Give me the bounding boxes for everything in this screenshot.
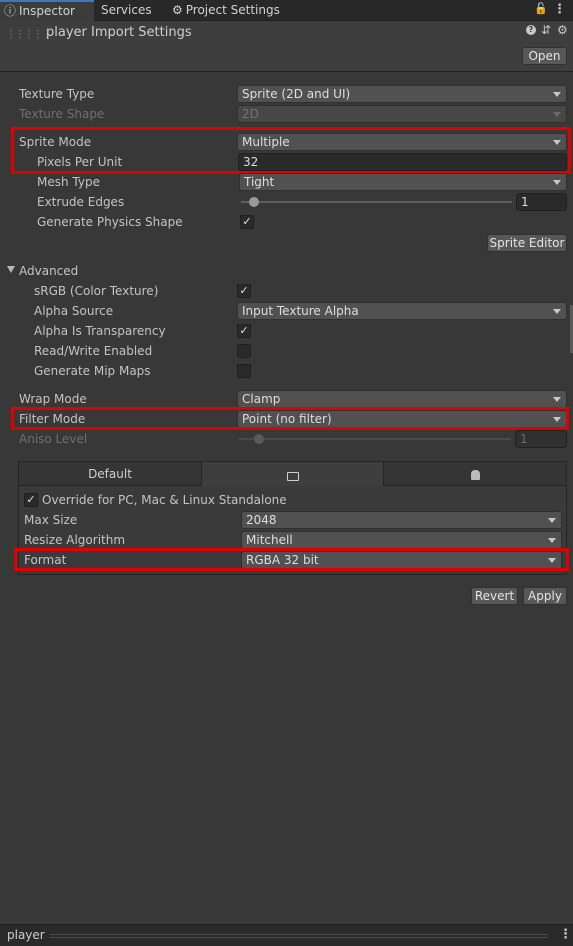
tab-project-settings-label: Project Settings	[185, 3, 280, 17]
aniso-level-label: Aniso Level	[19, 432, 88, 446]
srgb-checkbox[interactable]: ✓	[237, 284, 251, 298]
read-write-checkbox[interactable]	[237, 344, 251, 358]
check-icon: ✓	[242, 215, 252, 228]
max-size-value: 2048	[246, 513, 277, 527]
platform-tab-android[interactable]	[384, 462, 566, 486]
footer-label: player	[7, 928, 45, 942]
aniso-level-slider-thumb	[254, 434, 264, 444]
highlight-sprite-mode	[11, 127, 571, 174]
settings-gear-icon[interactable]: ⚙	[557, 23, 568, 37]
alpha-is-transparency-label: Alpha Is Transparency	[34, 324, 166, 338]
resize-algorithm-dropdown[interactable]: Mitchell	[241, 531, 562, 549]
tab-inspector[interactable]: ⓘ Inspector	[0, 0, 94, 21]
wrap-mode-label: Wrap Mode	[19, 392, 87, 406]
gear-icon: ⚙	[172, 3, 183, 17]
srgb-label: sRGB (Color Texture)	[34, 284, 159, 298]
window-tab-bar: ⓘ Inspector Services ⚙ Project Settings 🔓 …	[0, 0, 573, 21]
texture-type-value: Sprite (2D and UI)	[242, 87, 351, 101]
monitor-icon	[286, 472, 299, 481]
check-icon: ✓	[26, 493, 36, 506]
extrude-edges-label: Extrude Edges	[37, 195, 125, 209]
mesh-type-label: Mesh Type	[37, 175, 100, 189]
open-button[interactable]: Open	[522, 47, 567, 65]
inspector-header: ⋮⋮⋮⋮⋮ player Import Settings ? ⇵ ⚙ Open	[0, 21, 573, 72]
preview-footer[interactable]: player ⋮	[0, 924, 573, 946]
alpha-source-label: Alpha Source	[34, 304, 114, 318]
generate-physics-shape-checkbox[interactable]: ✓	[240, 215, 254, 229]
override-label: Override for PC, Mac & Linux Standalone	[42, 493, 287, 507]
drag-handle-icon[interactable]: ⋮⋮⋮⋮⋮	[6, 29, 52, 40]
kebab-menu-icon[interactable]: ⋮	[553, 2, 566, 17]
info-icon: ⓘ	[4, 4, 17, 18]
android-icon	[470, 470, 480, 480]
wrap-mode-dropdown[interactable]: Clamp	[237, 390, 567, 408]
advanced-foldout-label[interactable]: Advanced	[19, 262, 78, 280]
texture-type-dropdown[interactable]: Sprite (2D and UI)	[237, 85, 567, 103]
header-title: player Import Settings	[46, 25, 192, 40]
platform-tab-default[interactable]: Default	[19, 462, 202, 486]
sprite-editor-button[interactable]: Sprite Editor	[487, 234, 567, 252]
resize-algorithm-label: Resize Algorithm	[24, 533, 126, 547]
lock-icon[interactable]: 🔓	[534, 2, 548, 15]
chevron-down-icon	[553, 112, 561, 117]
check-icon: ✓	[239, 284, 249, 297]
highlight-filter-mode	[11, 407, 569, 430]
generate-mip-maps-label: Generate Mip Maps	[34, 364, 151, 378]
extrude-edges-slider-track[interactable]	[241, 201, 512, 203]
platform-tab-standalone[interactable]	[202, 462, 384, 486]
chevron-down-icon	[548, 538, 556, 543]
wrap-mode-value: Clamp	[242, 392, 281, 406]
presets-icon[interactable]: ⇵	[541, 23, 551, 37]
generate-physics-shape-label: Generate Physics Shape	[37, 215, 183, 229]
tab-inspector-label: Inspector	[19, 4, 75, 18]
mesh-type-value: Tight	[244, 175, 275, 189]
override-checkbox[interactable]: ✓	[24, 493, 38, 507]
help-icon[interactable]: ?	[526, 25, 536, 35]
foldout-triangle-icon[interactable]	[7, 266, 15, 273]
texture-shape-label: Texture Shape	[19, 107, 105, 121]
chevron-down-icon	[553, 397, 561, 402]
platform-tabs: Default	[19, 462, 566, 486]
read-write-label: Read/Write Enabled	[34, 344, 153, 358]
revert-button[interactable]: Revert	[471, 587, 518, 605]
alpha-source-dropdown[interactable]: Input Texture Alpha	[237, 302, 567, 320]
max-size-dropdown[interactable]: 2048	[241, 511, 562, 529]
footer-drag-bar[interactable]	[50, 934, 548, 938]
platform-tab-default-label: Default	[88, 467, 132, 481]
check-icon: ✓	[239, 324, 249, 337]
extrude-edges-field[interactable]: 1	[516, 193, 567, 211]
texture-shape-value: 2D	[242, 107, 259, 121]
alpha-source-value: Input Texture Alpha	[242, 304, 359, 318]
tab-project-settings[interactable]: ⚙ Project Settings	[168, 0, 298, 21]
resize-algorithm-value: Mitchell	[246, 533, 293, 547]
generate-mip-maps-checkbox[interactable]	[237, 364, 251, 378]
chevron-down-icon	[553, 309, 561, 314]
texture-shape-dropdown: 2D	[237, 105, 567, 123]
chevron-down-icon	[548, 518, 556, 523]
chevron-down-icon	[553, 180, 561, 185]
apply-button[interactable]: Apply	[523, 587, 567, 605]
max-size-label: Max Size	[24, 513, 78, 527]
tab-services-label: Services	[101, 3, 152, 17]
tab-services[interactable]: Services	[97, 0, 167, 21]
kebab-menu-icon[interactable]: ⋮	[559, 927, 572, 942]
aniso-level-slider-track	[239, 438, 511, 440]
chevron-down-icon	[553, 92, 561, 97]
extrude-edges-slider-thumb[interactable]	[249, 197, 259, 207]
aniso-level-field: 1	[515, 430, 567, 448]
highlight-format	[14, 548, 569, 571]
alpha-is-transparency-checkbox[interactable]: ✓	[237, 324, 251, 338]
texture-type-label: Texture Type	[19, 87, 95, 101]
mesh-type-dropdown[interactable]: Tight	[239, 173, 567, 191]
